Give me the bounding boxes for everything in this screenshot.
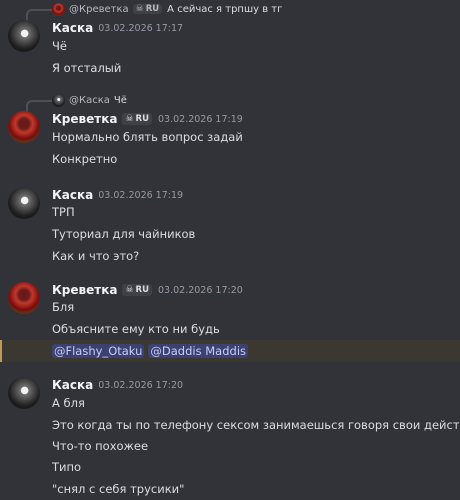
author-name[interactable]: Креветка: [52, 112, 117, 126]
timestamp: 03.02.2026 17:17: [98, 22, 184, 34]
skull-icon: ☠: [125, 114, 134, 124]
avatar[interactable]: [8, 20, 40, 52]
reply-avatar: [52, 2, 65, 16]
timestamp: 03.02.2026 17:20: [98, 379, 184, 391]
skull-icon: ☠: [135, 4, 144, 14]
role-badge: ☠ RU: [122, 113, 152, 125]
author-name[interactable]: Каска: [52, 188, 93, 202]
message-text: Я отсталый: [52, 61, 122, 75]
message-text: Чё: [52, 39, 67, 53]
avatar[interactable]: [8, 282, 40, 314]
author-name[interactable]: Каска: [52, 21, 93, 35]
reply-author[interactable]: @Каска: [69, 95, 110, 106]
timestamp: 03.02.2026 17:19: [98, 189, 184, 201]
message-text: Туториал для чайников: [52, 227, 196, 241]
message-header: Каска 03.02.2026 17:19: [52, 186, 183, 204]
avatar[interactable]: [8, 377, 40, 409]
author-name[interactable]: Креветка: [52, 283, 117, 297]
skull-icon: ☠: [125, 285, 134, 295]
message-header: Креветка ☠ RU 03.02.2026 17:19: [52, 110, 243, 128]
user-mention[interactable]: @Flashy_Otaku: [52, 344, 145, 358]
message-text: А бля: [52, 396, 85, 410]
message-text: Бля: [52, 300, 75, 314]
message-text: Как и что это?: [52, 249, 140, 263]
reply-preview[interactable]: @Креветка ☠ RU А сейчас я трпшу в тг: [26, 0, 283, 21]
message-header: Каска 03.02.2026 17:20: [52, 376, 183, 394]
reply-badge-label: RU: [145, 4, 160, 14]
reply-avatar: [52, 93, 65, 107]
reply-spine: [26, 100, 52, 112]
reply-text: А сейчас я трпшу в тг: [167, 3, 283, 15]
reply-author[interactable]: @Креветка: [69, 4, 129, 15]
message-text: ТРП: [52, 205, 75, 219]
message-header: Каска 03.02.2026 17:17: [52, 19, 183, 37]
message-text: Нормально блять вопрос задай: [52, 130, 243, 144]
timestamp: 03.02.2026 17:19: [158, 113, 243, 125]
message-text: Конкретно: [52, 152, 118, 166]
message-header: Креветка ☠ RU 03.02.2026 17:20: [52, 281, 243, 299]
chat-log: @Креветка ☠ RU А сейчас я трпшу в тг Каск…: [0, 0, 460, 500]
message-text: Объясните ему кто ни будь: [52, 322, 220, 336]
mentions-line: @Flashy_Otaku @Daddis Maddis: [52, 342, 252, 360]
reply-spine: [26, 9, 52, 21]
user-mention[interactable]: @Daddis Maddis: [148, 344, 249, 358]
badge-label: RU: [135, 285, 149, 295]
role-badge: ☠ RU: [122, 284, 152, 296]
timestamp: 03.02.2026 17:20: [158, 284, 243, 296]
author-name[interactable]: Каска: [52, 378, 93, 392]
badge-label: RU: [135, 114, 149, 124]
reply-text: Чё: [113, 94, 127, 106]
avatar[interactable]: [8, 187, 40, 219]
message-text: Это когда ты по телефону сексом занимаеш…: [52, 418, 460, 432]
avatar[interactable]: [8, 111, 40, 143]
message-text: "снял с себя трусики": [52, 482, 185, 496]
message-text: Типо: [52, 460, 82, 474]
reply-badge: ☠ RU: [132, 4, 163, 14]
message-text: Что-то похожее: [52, 439, 149, 453]
reply-preview[interactable]: @Каска Чё: [26, 91, 127, 112]
